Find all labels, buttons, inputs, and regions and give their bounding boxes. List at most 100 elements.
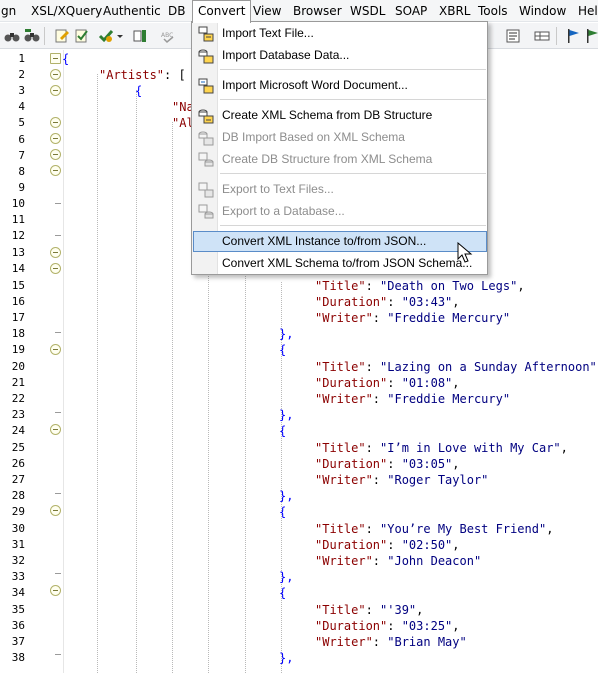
toolbar-separator: [556, 27, 557, 45]
code-line: "Duration": "02:50",: [315, 538, 460, 552]
line-number: 34: [11, 586, 25, 599]
line-number: 3: [18, 84, 25, 97]
json-string: "Brian May": [387, 635, 467, 649]
menu-item-import-database-data[interactable]: Import Database Data...: [193, 45, 487, 66]
line-number: 32: [11, 554, 25, 567]
code-line: "Writer": "Freddie Mercury": [315, 392, 511, 406]
json-string: "03:25": [401, 619, 453, 633]
code-line: "Writer": "Freddie Mercury": [315, 311, 511, 325]
code-line: "Title": "Lazing on a Sunday Afternoon",: [315, 360, 598, 374]
menu-separator: [220, 173, 486, 174]
find-next-icon[interactable]: [24, 28, 40, 44]
line-number: 29: [11, 505, 25, 518]
menu-window[interactable]: Window: [519, 0, 566, 22]
menu-item-export-text-files[interactable]: Export to Text Files...: [193, 179, 487, 200]
spelling-icon[interactable]: ABC: [160, 28, 176, 44]
json-string: "03:05": [401, 457, 453, 471]
menu-browser[interactable]: Browser: [293, 0, 342, 22]
line-number: 22: [11, 392, 25, 405]
code-line: "Title": "Death on Two Legs",: [315, 279, 525, 293]
text-view-icon[interactable]: [505, 28, 521, 44]
fold-toggle[interactable]: [50, 424, 61, 435]
code-line: "Duration": "03:05",: [315, 457, 460, 471]
menu-item-db-import-xml-schema[interactable]: DB Import Based on XML Schema: [193, 127, 487, 148]
chevron-down-icon[interactable]: [116, 28, 124, 44]
menu-view[interactable]: View: [253, 0, 281, 22]
line-number: 15: [11, 279, 25, 292]
menu-wsdl[interactable]: WSDL: [350, 0, 385, 22]
code-line: "Writer": "Brian May": [315, 635, 467, 649]
menu-tools[interactable]: Tools: [478, 0, 508, 22]
line-number: 36: [11, 619, 25, 632]
menu-help[interactable]: Help: [578, 0, 598, 22]
fold-toggle[interactable]: [50, 247, 61, 258]
menu-xsl-xquery[interactable]: XSL/XQuery: [31, 0, 102, 22]
fold-toggle[interactable]: [50, 505, 61, 516]
json-key: "Title": [315, 279, 366, 293]
fold-toggle[interactable]: [50, 85, 61, 96]
menu-convert[interactable]: Convert: [192, 0, 252, 23]
fold-toggle[interactable]: [50, 117, 61, 128]
edit-document-icon[interactable]: [54, 28, 70, 44]
json-string: "01:08": [401, 376, 453, 390]
line-number: 27: [11, 473, 25, 486]
export-database-icon: [198, 204, 214, 219]
menu-item-create-db-structure[interactable]: Create DB Structure from XML Schema: [193, 149, 487, 170]
line-number: 17: [11, 311, 25, 324]
indent-guide: [136, 90, 137, 673]
flag-icon[interactable]: [565, 28, 581, 44]
binoculars-icon[interactable]: [4, 28, 20, 44]
fold-toggle[interactable]: [50, 69, 61, 80]
line-number: 37: [11, 635, 25, 648]
json-key: "Duration": [315, 619, 388, 633]
menu-item-export-database[interactable]: Export to a Database...: [193, 201, 487, 222]
code-line: {: [279, 586, 287, 600]
menu-design[interactable]: gn: [1, 0, 16, 22]
line-number: 26: [11, 457, 25, 470]
line-number: 14: [11, 262, 25, 275]
menu-db[interactable]: DB: [168, 0, 185, 22]
check-wellformed-icon[interactable]: [74, 28, 90, 44]
json-key: "Artists": [99, 68, 165, 82]
code-line: },: [279, 651, 294, 665]
fold-end-marker: [55, 654, 61, 655]
menu-authentic[interactable]: Authentic: [103, 0, 161, 22]
line-number: 19: [11, 343, 25, 356]
bookmark-icon[interactable]: [584, 28, 598, 44]
menu-xbrl[interactable]: XBRL: [439, 0, 470, 22]
json-string: "You’re My Best Friend": [380, 522, 547, 536]
fold-toggle[interactable]: [50, 344, 61, 355]
code-line: "Title": "I’m in Love with My Car",: [315, 441, 568, 455]
menu-item-import-text-file[interactable]: Import Text File...: [193, 23, 487, 44]
code-line: "Duration": "03:25",: [315, 619, 460, 633]
fold-toggle[interactable]: [50, 149, 61, 160]
fold-toggle[interactable]: [50, 263, 61, 274]
line-number: 12: [11, 229, 25, 242]
fold-toggle[interactable]: [50, 133, 61, 144]
xml-schema-icon[interactable]: [132, 28, 148, 44]
fold-end-marker: [55, 573, 61, 574]
export-text-icon: [198, 182, 214, 198]
validate-icon[interactable]: [98, 28, 114, 44]
code-line: "Writer": "John Deacon": [315, 554, 482, 568]
menu-item-create-schema-from-db[interactable]: Create XML Schema from DB Structure: [193, 105, 487, 126]
json-string: "John Deacon": [387, 554, 482, 568]
code-line: },: [279, 570, 294, 584]
menu-item-convert-xml-json[interactable]: Convert XML Instance to/from JSON...: [193, 231, 487, 252]
fold-toggle[interactable]: [50, 165, 61, 176]
line-number: 8: [18, 165, 25, 178]
import-database-icon: [198, 49, 214, 64]
menu-item-convert-schema-json[interactable]: Convert XML Schema to/from JSON Schema..…: [193, 253, 487, 274]
grid-view-icon[interactable]: [534, 28, 550, 44]
line-number: 1: [18, 52, 25, 65]
json-key: "Title": [315, 360, 366, 374]
line-number: 18: [11, 327, 25, 340]
line-number: 23: [11, 408, 25, 421]
menu-item-label: Create XML Schema from DB Structure: [222, 108, 433, 122]
menu-item-import-word-document[interactable]: Import Microsoft Word Document...: [193, 75, 487, 96]
fold-toggle[interactable]: [50, 585, 61, 596]
menu-soap[interactable]: SOAP: [395, 0, 427, 22]
fold-toggle[interactable]: [50, 53, 61, 64]
create-db-structure-icon: [198, 152, 214, 167]
line-number: 24: [11, 424, 25, 437]
